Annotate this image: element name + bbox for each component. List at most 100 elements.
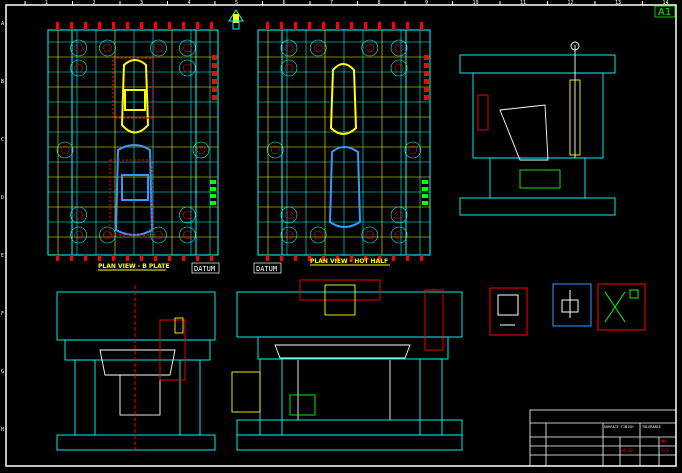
guide-pin-bore bbox=[280, 39, 298, 57]
dimension-marker bbox=[196, 22, 199, 30]
guide-pin-bore bbox=[361, 39, 379, 57]
dimension-marker bbox=[210, 22, 213, 30]
dimension-marker bbox=[422, 201, 428, 205]
section-view-main[interactable] bbox=[231, 279, 463, 451]
guide-pin-bore bbox=[266, 141, 284, 159]
dimension-marker bbox=[424, 79, 429, 84]
dimension-marker bbox=[422, 187, 428, 191]
guide-pin-bore bbox=[309, 226, 327, 244]
plan-view-b-plate[interactable] bbox=[47, 22, 219, 261]
dimension-marker bbox=[406, 255, 409, 261]
guide-pin bbox=[394, 63, 404, 73]
dimension-marker bbox=[210, 201, 216, 205]
guide-pin-bore bbox=[70, 226, 87, 244]
dimension-marker bbox=[336, 22, 339, 30]
row-label: D bbox=[1, 195, 4, 201]
column-label: 1 bbox=[45, 0, 48, 6]
orientation-arrow-icon bbox=[228, 9, 244, 30]
guide-pin bbox=[154, 230, 163, 240]
dimension-marker bbox=[84, 255, 87, 261]
dimension-marker bbox=[126, 255, 129, 261]
dimension-marker bbox=[424, 63, 429, 68]
column-label: 9 bbox=[425, 0, 428, 6]
surface-finish-header: SURFACE FINISH bbox=[604, 425, 634, 429]
dimension-marker bbox=[308, 22, 311, 30]
row-label: G bbox=[1, 369, 4, 375]
cavity-cyan-right bbox=[328, 146, 362, 228]
column-label: 5 bbox=[235, 0, 238, 6]
dimension-marker bbox=[424, 71, 429, 76]
dimension-marker bbox=[294, 255, 297, 261]
column-label: 3 bbox=[140, 0, 143, 6]
plan-view-hot-half[interactable] bbox=[257, 22, 431, 261]
section-view-left[interactable] bbox=[56, 285, 216, 451]
guide-pin-bore bbox=[179, 206, 196, 224]
guide-pin bbox=[313, 230, 323, 240]
dimension-marker bbox=[424, 55, 429, 60]
sheet-frame bbox=[5, 4, 677, 467]
guide-pin-bore bbox=[56, 141, 74, 159]
svg-text:DATUM: DATUM bbox=[194, 265, 215, 273]
guide-pin-bore bbox=[192, 141, 210, 159]
column-label: 12 bbox=[568, 0, 574, 6]
dimension-marker bbox=[212, 71, 217, 76]
dimension-marker bbox=[420, 22, 423, 30]
guide-pin-bore bbox=[390, 206, 408, 224]
detail-view-3[interactable] bbox=[597, 283, 646, 331]
dimension-marker bbox=[294, 22, 297, 30]
guide-pin-bore bbox=[280, 206, 298, 224]
guide-pin-bore bbox=[390, 226, 408, 244]
guide-pin bbox=[394, 210, 404, 220]
dimension-marker bbox=[280, 22, 283, 30]
dimension-marker bbox=[182, 22, 185, 30]
dimension-marker bbox=[210, 180, 216, 184]
tolerance-header: TOLERANCE bbox=[642, 425, 661, 429]
guide-pin-bore bbox=[309, 39, 327, 57]
guide-pin-bore bbox=[99, 226, 116, 244]
title-block[interactable] bbox=[529, 409, 677, 467]
dimension-marker bbox=[212, 55, 217, 60]
datum-right: DATUM bbox=[253, 262, 282, 274]
dimension-marker bbox=[140, 22, 143, 30]
dimension-marker bbox=[424, 87, 429, 92]
sheet-size-label: A1 bbox=[658, 7, 671, 18]
row-label: B bbox=[1, 79, 4, 85]
detail-view-2[interactable] bbox=[552, 283, 592, 327]
dimension-marker bbox=[154, 255, 157, 261]
dimension-marker bbox=[154, 22, 157, 30]
dimension-marker bbox=[112, 22, 115, 30]
cad-drawing-canvas[interactable]: 1 2 3 4 5 6 7 8 9 10 11 12 13 14 ABCDEFGH A1 PLAN VIE… bbox=[0, 0, 682, 473]
dimension-marker bbox=[168, 22, 171, 30]
guide-pin-bore bbox=[70, 39, 87, 57]
dimension-marker bbox=[378, 22, 381, 30]
guide-pin-bore bbox=[280, 59, 298, 77]
guide-pin bbox=[74, 230, 83, 240]
dimension-marker bbox=[112, 255, 115, 261]
dimension-marker bbox=[322, 22, 325, 30]
dimension-marker bbox=[182, 255, 185, 261]
guide-pin-bore bbox=[70, 59, 87, 77]
tolerance-value: ±0.02 bbox=[621, 448, 634, 453]
dimension-marker bbox=[56, 22, 59, 30]
guide-pin bbox=[183, 230, 192, 240]
row-label: A bbox=[1, 21, 4, 27]
dimension-marker bbox=[210, 255, 213, 261]
guide-pin bbox=[284, 210, 294, 220]
row-label: E bbox=[1, 253, 4, 259]
guide-pin bbox=[394, 43, 404, 53]
guide-pin-bore bbox=[179, 39, 196, 57]
cavity-yellow bbox=[120, 59, 150, 134]
side-section-view[interactable] bbox=[459, 41, 616, 216]
dimension-marker bbox=[280, 255, 283, 261]
guide-pin bbox=[284, 230, 294, 240]
guide-pin bbox=[313, 43, 323, 53]
dimension-marker bbox=[84, 22, 87, 30]
guide-pin bbox=[365, 230, 375, 240]
guide-pin-bore bbox=[179, 59, 196, 77]
dimension-marker bbox=[70, 255, 73, 261]
dimension-marker bbox=[196, 255, 199, 261]
column-label: 4 bbox=[188, 0, 191, 6]
guide-pin bbox=[154, 43, 163, 53]
detail-view-1[interactable] bbox=[489, 287, 528, 336]
guide-pin bbox=[284, 63, 294, 73]
